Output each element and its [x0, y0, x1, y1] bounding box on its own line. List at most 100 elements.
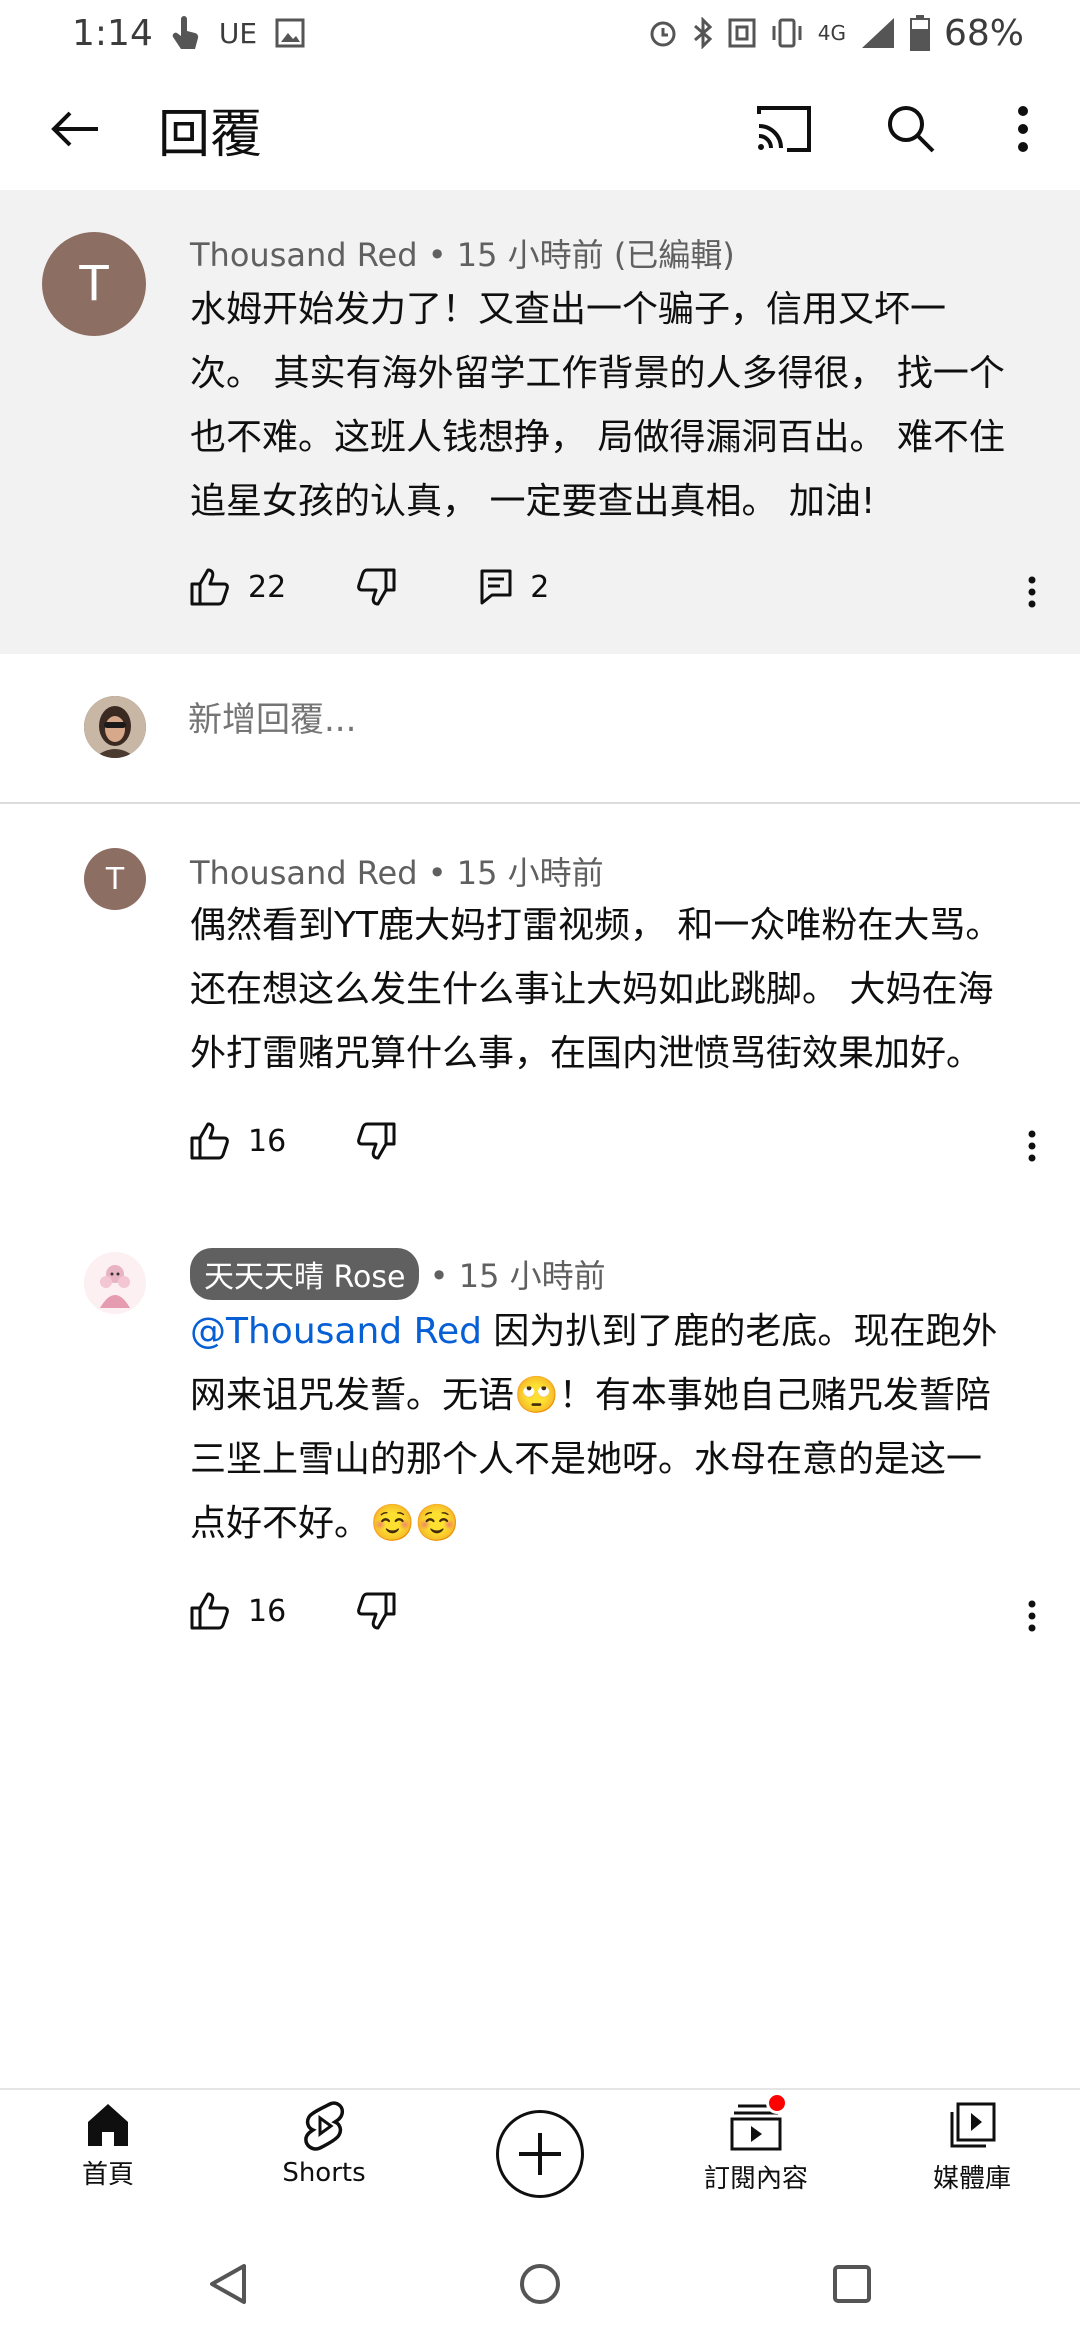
nav-label: Shorts	[282, 2158, 366, 2188]
replies-button[interactable]: 2	[480, 569, 549, 605]
comment-line: 点好不好。☺️☺️	[190, 1503, 460, 1544]
comment-line: 追星女孩的认真， 一定要查出真相。 加油!	[190, 481, 876, 522]
system-recents-button[interactable]	[822, 2254, 882, 2314]
like-button[interactable]: 16	[190, 1592, 286, 1630]
thumbs-up-icon	[190, 1592, 229, 1630]
network-label: 4G	[817, 20, 846, 45]
more-vert-icon	[1018, 106, 1028, 152]
arrow-left-icon	[51, 111, 98, 147]
comment-meta: Thousand Red • 15 小時前 (已編輯)	[190, 230, 735, 276]
nav-home[interactable]: 首頁	[18, 2100, 198, 2191]
comment-time: 15 小時前	[458, 1257, 606, 1295]
like-button[interactable]: 16	[190, 1122, 286, 1160]
thumbs-down-icon	[357, 1592, 396, 1630]
nav-label: 首頁	[81, 2160, 134, 2190]
library-icon	[950, 2102, 996, 2148]
app-bar: 回覆	[0, 66, 1080, 190]
signal-icon	[860, 16, 896, 50]
meta-separator: •	[427, 236, 457, 274]
nav-shorts[interactable]: Shorts	[234, 2100, 414, 2188]
avatar[interactable]: T	[42, 232, 146, 336]
thumbs-down-icon	[357, 1122, 396, 1160]
comment-actions: 16	[190, 1592, 396, 1630]
comment-line: 次。 其实有海外留学工作背景的人多得很， 找一个	[190, 353, 1005, 394]
comment-time: 15 小時前 (已編輯)	[456, 236, 735, 274]
comment-line: 水姆开始发力了！又查出一个骗子，信用又坏一	[190, 289, 947, 330]
battery-percent: 68%	[943, 12, 1024, 54]
dislike-button[interactable]	[356, 1592, 396, 1630]
avatar[interactable]: T	[84, 848, 146, 910]
comment-line: 偶然看到YT鹿大妈打雷视频， 和一众唯粉在大骂。	[190, 905, 1002, 946]
touch-hand-icon	[171, 15, 201, 51]
alarm-icon	[648, 18, 678, 48]
search-icon	[888, 106, 935, 153]
thumbs-up-icon	[190, 1122, 229, 1160]
notification-dot	[766, 2092, 788, 2114]
cast-button[interactable]	[748, 94, 818, 164]
avatar[interactable]	[84, 1252, 146, 1314]
comment-author[interactable]: Thousand Red	[190, 236, 418, 274]
more-vert-icon	[1028, 1600, 1036, 1632]
comment-meta: 天天天晴 Rose • 15 小時前	[190, 1248, 606, 1300]
page-title: 回覆	[158, 105, 263, 165]
system-back-button[interactable]	[198, 2254, 258, 2314]
create-button[interactable]	[496, 2110, 584, 2198]
comment-author[interactable]: Thousand Red	[190, 854, 418, 892]
user-avatar	[84, 696, 146, 758]
meta-separator: •	[427, 854, 457, 892]
comment-time: 15 小時前	[456, 854, 604, 892]
subscriptions-icon-wrap	[728, 2092, 788, 2152]
more-vert-icon	[1028, 1130, 1036, 1162]
like-count: 16	[248, 1593, 287, 1629]
nav-label: 媒體庫	[932, 2164, 1011, 2194]
comment-line: 三坚上雪山的那个人不是她呀。水母在意的是这一	[190, 1439, 983, 1480]
mention-link[interactable]: @Thousand Red	[190, 1311, 482, 1352]
reply-count: 2	[530, 569, 550, 605]
reply-input[interactable]	[188, 700, 888, 740]
status-bar: 1:14 UE 4G 68%	[0, 0, 1080, 66]
author-chip[interactable]: 天天天晴 Rose	[190, 1248, 420, 1300]
meta-separator: •	[429, 1257, 459, 1295]
status-time: 1:14	[72, 12, 153, 54]
reply-comment: T Thousand Red • 15 小時前 偶然看到YT鹿大妈打雷视频， 和…	[0, 806, 1080, 1226]
add-reply-row	[0, 654, 1080, 804]
dislike-button[interactable]	[356, 1122, 396, 1160]
nav-label: 訂閱內容	[703, 2164, 808, 2194]
comment-more-button[interactable]	[1012, 1116, 1052, 1176]
nfc-icon	[728, 18, 756, 48]
image-icon	[275, 18, 305, 48]
bluetooth-icon	[692, 17, 714, 49]
battery-icon	[909, 15, 930, 51]
dislike-button[interactable]	[356, 568, 396, 606]
comment-actions: 22 2	[190, 568, 549, 606]
cast-icon	[757, 106, 811, 152]
parent-comment: T Thousand Red • 15 小時前 (已編輯) 水姆开始发力了！又查…	[0, 190, 1080, 654]
system-home-button[interactable]	[510, 2254, 570, 2314]
more-options-button[interactable]	[988, 94, 1058, 164]
search-button[interactable]	[876, 94, 946, 164]
status-right: 4G 68%	[648, 13, 1024, 54]
comment-body: 偶然看到YT鹿大妈打雷视频， 和一众唯粉在大骂。 还在想这么发生什么事让大妈如此…	[190, 894, 1040, 1086]
nav-subscriptions[interactable]: 訂閱內容	[666, 2092, 846, 2195]
comment-line: 网来诅咒发誓。无语🙄！有本事她自己赌咒发誓陪	[190, 1375, 991, 1416]
comment-more-button[interactable]	[1012, 562, 1052, 622]
vibrate-icon	[770, 18, 804, 48]
like-button[interactable]: 22	[190, 568, 286, 606]
comment-line: @Thousand Red 因为扒到了鹿的老底。现在跑外	[190, 1300, 1040, 1364]
thumbs-down-icon	[357, 568, 396, 606]
comment-line: 也不难。这班人钱想挣， 局做得漏洞百出。 难不住	[190, 417, 1005, 458]
like-count: 22	[248, 569, 287, 605]
thumbs-up-icon	[190, 568, 229, 606]
home-icon	[88, 2104, 128, 2146]
triangle-back-icon	[210, 2264, 246, 2304]
comment-body: 水姆开始发力了！又查出一个骗子，信用又坏一 次。 其实有海外留学工作背景的人多得…	[190, 278, 1050, 534]
comment-line-rest: 因为扒到了鹿的老底。现在跑外	[481, 1311, 998, 1352]
back-button[interactable]	[40, 94, 110, 164]
comment-meta: Thousand Red • 15 小時前	[190, 848, 604, 894]
nav-library[interactable]: 媒體庫	[882, 2100, 1062, 2195]
comment-body: @Thousand Red 因为扒到了鹿的老底。现在跑外 网来诅咒发誓。无语🙄！…	[190, 1300, 1040, 1556]
square-recents-icon	[833, 2265, 871, 2303]
system-nav-bar	[0, 2224, 1080, 2340]
comment-more-button[interactable]	[1012, 1586, 1052, 1646]
like-count: 16	[248, 1123, 287, 1159]
